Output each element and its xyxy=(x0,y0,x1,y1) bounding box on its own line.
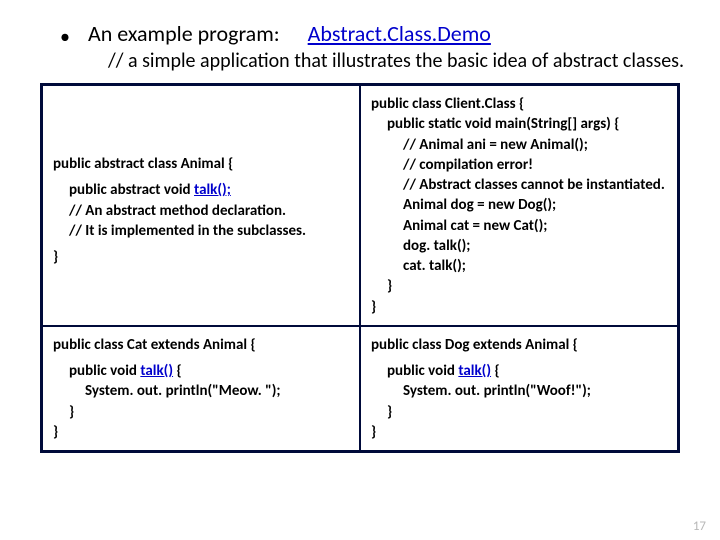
slide-content: • An example program: Abstract.Class.Dem… xyxy=(0,0,720,463)
cell-animal: public abstract class Animal { public ab… xyxy=(42,85,360,326)
code-line: // Animal ani = new Animal(); xyxy=(371,135,667,155)
cell-client: public class Client.Class { public stati… xyxy=(360,85,678,326)
code-line: } xyxy=(371,298,376,316)
header-link[interactable]: Abstract.Class.Demo xyxy=(308,20,491,47)
code-line: // An abstract method declaration. xyxy=(53,201,349,221)
code-line: public void talk() { xyxy=(371,361,667,381)
code-line: System. out. println("Meow. "); xyxy=(53,381,349,401)
code-line: public static void main(String[] args) { xyxy=(371,114,667,134)
code-line: public class Dog extends Animal { xyxy=(371,336,578,354)
header-subtitle: // a simple application that illustrates… xyxy=(108,49,690,73)
code-line: Animal dog = new Dog(); xyxy=(371,195,667,215)
code-line: public class Client.Class { xyxy=(371,95,524,113)
method-link[interactable]: talk(); xyxy=(194,181,231,199)
code-line: public abstract void talk(); xyxy=(53,180,349,200)
code-line: public abstract class Animal { xyxy=(53,155,233,173)
header-title: An example program: xyxy=(88,20,280,47)
code-line: // compilation error! xyxy=(371,155,667,175)
code-line: cat. talk(); xyxy=(371,256,667,276)
code-line: } xyxy=(53,248,58,266)
code-line: } xyxy=(53,423,58,441)
method-link[interactable]: talk() xyxy=(458,362,491,380)
code-line: public void talk() { xyxy=(53,361,349,381)
header-row: • An example program: Abstract.Class.Dem… xyxy=(60,20,690,47)
code-line: // Abstract classes cannot be instantiat… xyxy=(371,175,667,195)
method-link[interactable]: talk() xyxy=(140,362,173,380)
code-line: dog. talk(); xyxy=(371,236,667,256)
code-line: } xyxy=(371,402,667,422)
cell-cat: public class Cat extends Animal { public… xyxy=(42,326,360,451)
code-line: Animal cat = new Cat(); xyxy=(371,216,667,236)
cell-dog: public class Dog extends Animal { public… xyxy=(360,326,678,451)
code-line: } xyxy=(371,276,667,296)
code-line: } xyxy=(371,423,376,441)
code-grid: public abstract class Animal { public ab… xyxy=(40,83,680,453)
code-line: public class Cat extends Animal { xyxy=(53,336,256,354)
code-line: System. out. println("Woof!"); xyxy=(371,381,667,401)
page-number: 17 xyxy=(693,519,706,534)
code-line: } xyxy=(53,402,349,422)
bullet-icon: • xyxy=(60,27,70,47)
code-line: // It is implemented in the subclasses. xyxy=(53,221,349,241)
